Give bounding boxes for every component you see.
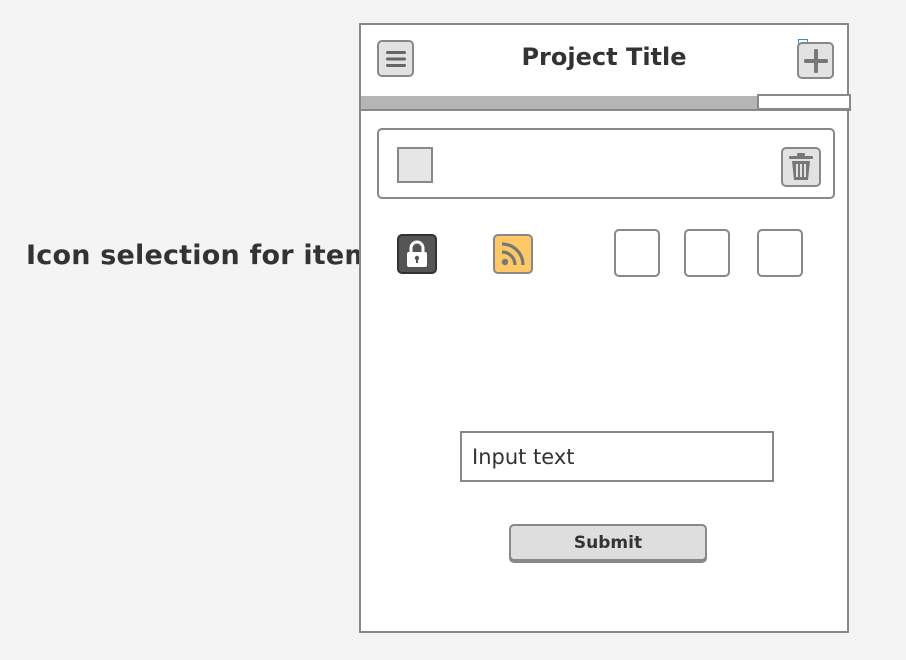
mobile-frame: Project Title Input text Submit — [359, 23, 851, 633]
icon-slot-empty[interactable] — [757, 229, 803, 277]
icon-option-rss[interactable] — [493, 234, 533, 274]
text-input[interactable] — [460, 431, 774, 482]
rss-feed-icon — [501, 242, 525, 266]
add-button[interactable] — [797, 42, 834, 79]
plus-icon — [803, 48, 828, 73]
page-title: Project Title — [521, 43, 687, 71]
annotation-label: Icon selection for items — [26, 240, 389, 271]
delete-item-button[interactable] — [781, 147, 821, 187]
progress-track-end — [757, 94, 851, 110]
icon-slot-empty[interactable] — [684, 229, 730, 277]
item-checkbox[interactable] — [397, 147, 433, 183]
app-header: Project Title — [361, 25, 847, 98]
icon-option-lock[interactable] — [397, 234, 437, 274]
lock-icon — [407, 240, 427, 267]
submit-button[interactable]: Submit — [509, 524, 707, 561]
trash-icon — [789, 153, 813, 180]
progress-fill — [361, 96, 758, 109]
icon-slot-empty[interactable] — [614, 229, 660, 277]
list-item — [377, 128, 835, 199]
progress-bar — [361, 94, 851, 111]
